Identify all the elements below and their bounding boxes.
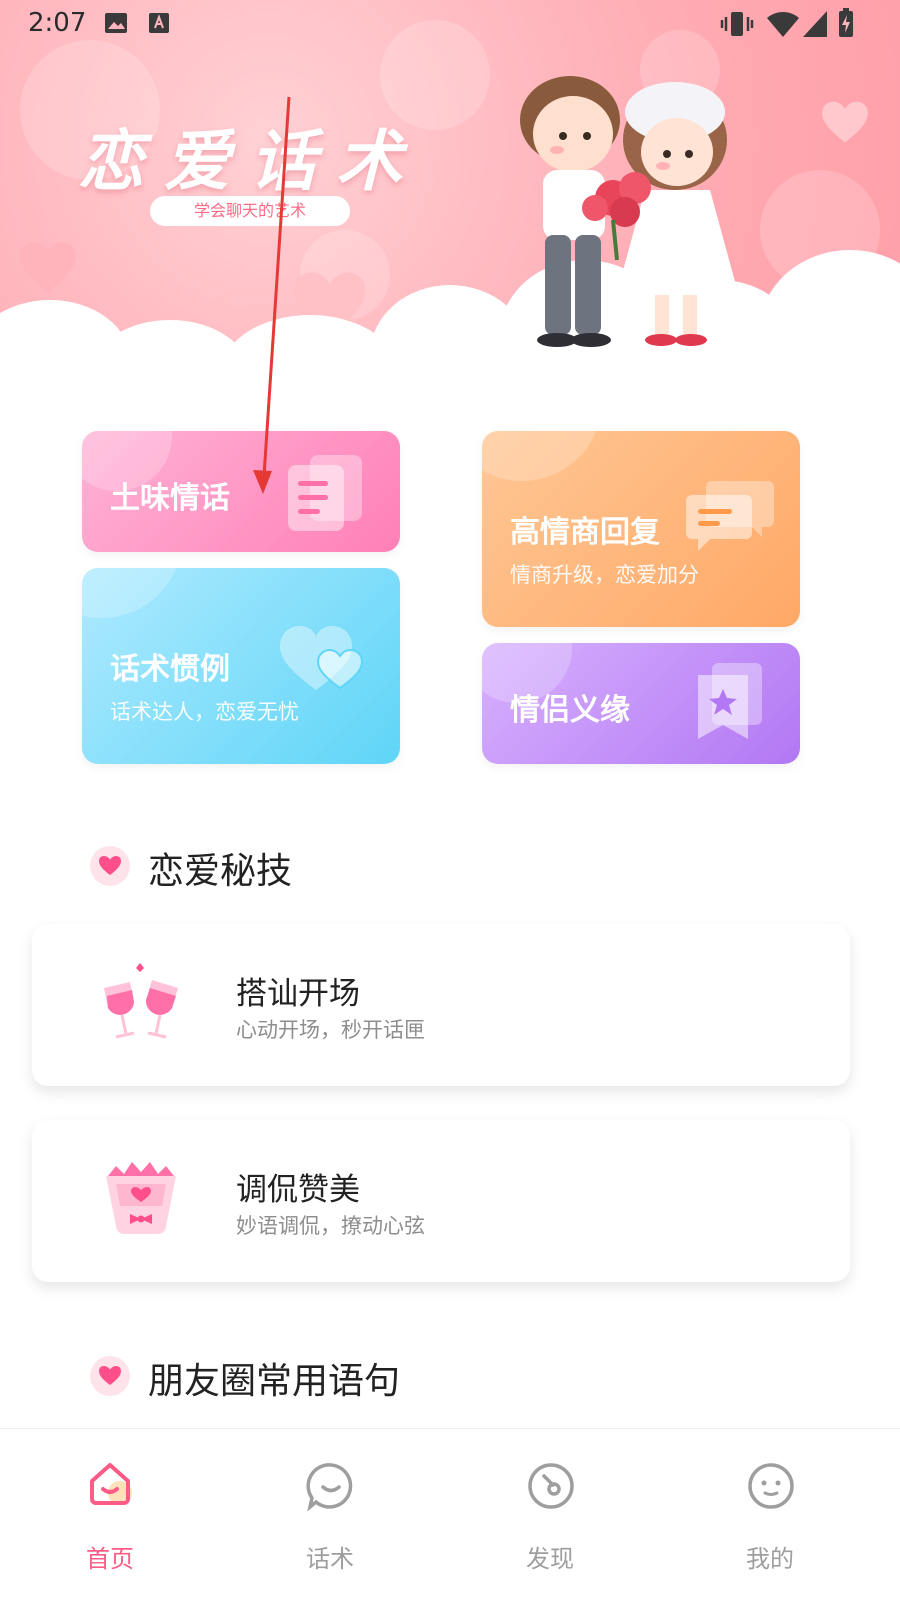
vibrate-icon — [720, 12, 754, 36]
status-bar: 2:07 — [0, 0, 900, 48]
document-icon — [288, 455, 362, 531]
cellular-signal-icon — [803, 11, 827, 37]
wine-glasses-icon — [104, 963, 178, 1039]
tip-subtitle: 心动开场，秒开话匣 — [236, 1018, 425, 1042]
bottom-navigation: 首页 话术 发现 我的 — [0, 1428, 900, 1601]
feature-card-subtitle: 话术达人，恋爱无忧 — [110, 700, 299, 724]
tip-title: 调侃赞美 — [236, 1172, 360, 1208]
heart-decoration-icon — [822, 101, 868, 143]
tip-subtitle: 妙语调侃，撩动心弦 — [236, 1214, 425, 1238]
discover-icon — [528, 1463, 574, 1509]
text-notification-icon — [149, 13, 169, 33]
bouquet-icon — [106, 1162, 176, 1234]
nav-label: 首页 — [86, 1545, 134, 1573]
heart-icon — [99, 1366, 121, 1385]
section-title: 朋友圈常用语句 — [148, 1361, 401, 1402]
feature-card-title: 土味情话 — [110, 481, 230, 516]
hero-title: 恋爱话术 — [78, 122, 422, 200]
profile-icon — [748, 1463, 794, 1509]
feature-card-high-eq-reply[interactable]: 高情商回复 情商升级，恋爱加分 — [482, 431, 800, 627]
battery-icon — [839, 8, 853, 37]
star-bookmark-icon — [698, 663, 762, 739]
heart-icon — [99, 856, 121, 875]
tip-card-tease-praise[interactable]: 调侃赞美 妙语调侃，撩动心弦 — [32, 1120, 850, 1282]
feature-card-pickup-lines[interactable]: 土味情话 — [82, 431, 400, 552]
feature-card-couple-bond[interactable]: 情侣义缘 — [482, 643, 800, 764]
couple-illustration — [520, 76, 740, 347]
feature-card-talk-routines[interactable]: 话术惯例 话术达人，恋爱无忧 — [82, 568, 400, 764]
nav-label: 我的 — [746, 1545, 794, 1573]
heart-decoration-icon — [20, 242, 76, 292]
hero-banner: 恋爱话术 学会聊天的艺术 — [0, 0, 900, 400]
wifi-icon — [767, 12, 799, 37]
hero-subtitle: 学会聊天的艺术 — [150, 196, 350, 226]
heart-badge-icon — [90, 846, 130, 886]
chat-bubbles-icon — [686, 481, 774, 551]
heart-badge-icon — [90, 1356, 130, 1396]
feature-card-title: 话术惯例 — [110, 652, 230, 687]
section-title: 恋爱秘技 — [148, 851, 293, 892]
nav-label: 发现 — [526, 1545, 574, 1573]
image-notification-icon — [105, 13, 127, 33]
home-icon — [90, 1463, 132, 1505]
hearts-icon — [280, 626, 364, 690]
chat-icon — [306, 1463, 353, 1511]
feature-card-title: 高情商回复 — [510, 515, 660, 550]
feature-card-title: 情侣义缘 — [510, 693, 630, 728]
tip-card-pickup-opening[interactable]: 搭讪开场 心动开场，秒开话匣 — [32, 924, 850, 1086]
tip-title: 搭讪开场 — [236, 976, 360, 1012]
status-time: 2:07 — [28, 8, 87, 38]
feature-card-subtitle: 情商升级，恋爱加分 — [510, 563, 699, 587]
nav-label: 话术 — [306, 1545, 354, 1573]
